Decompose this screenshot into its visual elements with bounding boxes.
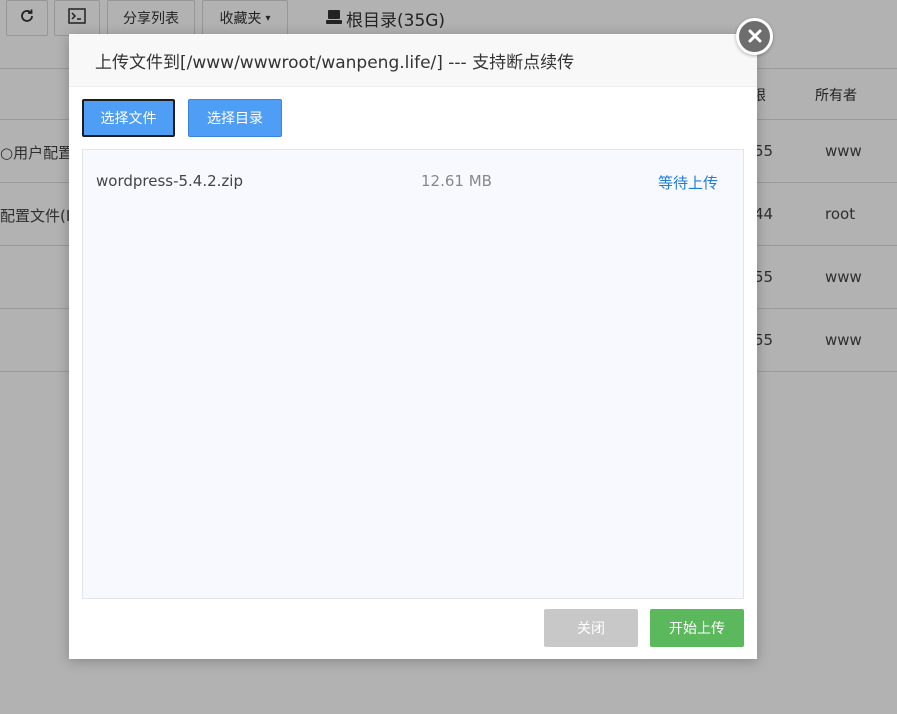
file-name: wordpress-5.4.2.zip xyxy=(96,172,243,190)
dialog-close-button[interactable] xyxy=(736,18,773,55)
upload-dialog: 上传文件到[/www/wwwroot/wanpeng.life/] --- 支持… xyxy=(69,34,757,659)
select-file-button[interactable]: 选择文件 xyxy=(82,99,175,137)
start-upload-button[interactable]: 开始上传 xyxy=(650,609,744,647)
list-item: wordpress-5.4.2.zip 12.61 MB 等待上传 xyxy=(83,150,743,212)
upload-file-list: wordpress-5.4.2.zip 12.61 MB 等待上传 xyxy=(82,149,744,599)
close-icon xyxy=(747,27,763,47)
close-button[interactable]: 关闭 xyxy=(544,609,638,647)
file-size: 12.61 MB xyxy=(421,172,492,190)
select-directory-button[interactable]: 选择目录 xyxy=(188,99,282,137)
upload-status: 等待上传 xyxy=(658,174,719,192)
dialog-title: 上传文件到[/www/wwwroot/wanpeng.life/] --- 支持… xyxy=(69,34,757,87)
